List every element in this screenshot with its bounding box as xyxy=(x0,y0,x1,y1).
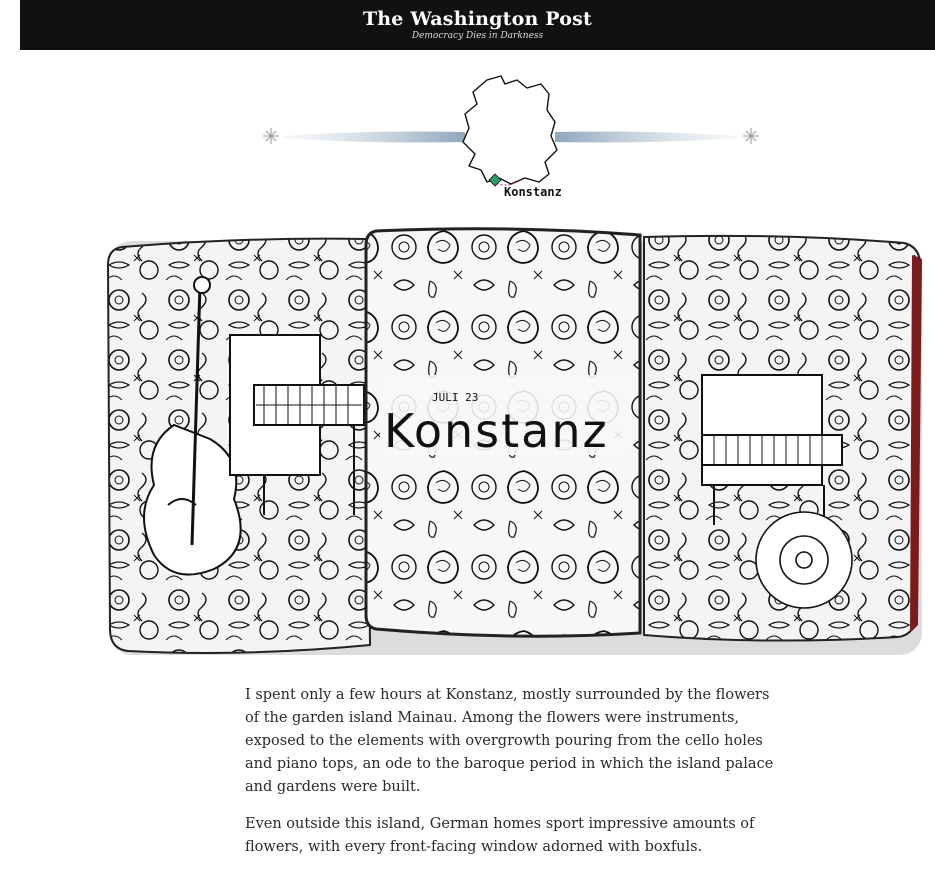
location-map: Konstanz xyxy=(255,70,775,210)
article-paragraph: Even outside this island, German homes s… xyxy=(245,816,755,855)
illustration-date: JULI 23 xyxy=(432,391,478,404)
article-body: I spent only a few hours at Konstanz, mo… xyxy=(245,684,785,873)
map-location-label: Konstanz xyxy=(504,185,562,199)
sparkle-icon xyxy=(263,128,279,144)
article-paragraph: I spent only a few hours at Konstanz, mo… xyxy=(245,687,774,795)
sketchbook-illustration: JULI 23 Konstanz xyxy=(104,225,924,655)
divider-bar-left xyxy=(283,131,465,143)
site-tagline: Democracy Dies in Darkness xyxy=(411,31,544,41)
site-logo[interactable]: The Washington Post xyxy=(20,8,935,30)
flower-drawing xyxy=(755,511,853,609)
divider-bar-right xyxy=(555,131,737,143)
sparkle-icon xyxy=(743,128,759,144)
illustration-title: Konstanz xyxy=(384,404,609,458)
germany-outline xyxy=(462,75,558,185)
masthead: The Washington Post Democracy Dies in Da… xyxy=(20,0,935,50)
